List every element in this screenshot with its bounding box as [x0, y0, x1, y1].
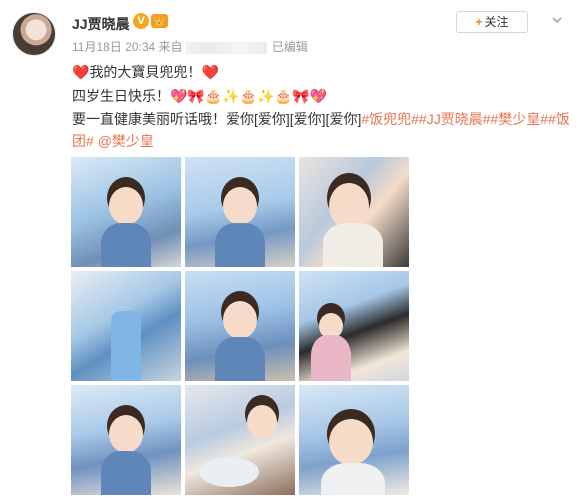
mention-link[interactable]: @樊少皇: [98, 133, 154, 149]
photo-9[interactable]: [299, 385, 409, 495]
post-text-line-4: 团# @樊少皇: [72, 130, 572, 152]
photo-7[interactable]: [71, 385, 181, 495]
photo-subject-dress: [311, 335, 351, 381]
author-name[interactable]: JJ贾晓晨: [72, 14, 130, 34]
follow-label: 关注: [484, 15, 509, 29]
heart-icon: ❤️: [72, 64, 90, 80]
photo-subject-dress: [101, 223, 151, 267]
photo-subject-dress: [215, 223, 265, 267]
plus-icon: +: [475, 15, 483, 29]
weibo-post-card: JJ贾晓晨 V 👑 11月18日 20:34 来自 已编辑 + 关注 ❤️我的大寶…: [0, 0, 584, 501]
photo-subject: [223, 301, 257, 339]
photo-subject: [109, 415, 143, 453]
member-crown-icon: 👑: [151, 14, 168, 28]
photo-subject: [109, 187, 143, 225]
chevron-down-icon[interactable]: [551, 14, 563, 26]
photo-subject-dress: [101, 451, 151, 495]
photo-subject-dress: [199, 457, 259, 487]
photo-subject-dress: [321, 463, 385, 495]
follow-button[interactable]: + 关注: [456, 11, 528, 33]
photo-8[interactable]: [185, 385, 295, 495]
heart-icon: ❤️: [201, 64, 219, 80]
topic-link[interactable]: 团#: [72, 133, 94, 149]
photo-subject-dress: [111, 311, 141, 381]
photo-5[interactable]: [185, 271, 295, 381]
avatar[interactable]: [12, 12, 56, 56]
photo-subject-dress: [323, 223, 383, 267]
photo-subject: [223, 187, 257, 225]
post-text-line-2: 四岁生日快乐！💖🎀🎂✨🎂✨🎂🎀💖: [72, 85, 572, 107]
post-meta: 11月18日 20:34 来自 已编辑: [72, 38, 308, 55]
photo-subject: [329, 419, 373, 465]
photo-2[interactable]: [185, 157, 295, 267]
photo-subject-dress: [215, 337, 265, 381]
post-text-line-1: ❤️我的大寶貝兜兜！❤️: [72, 61, 572, 83]
post-date[interactable]: 11月18日 20:34: [72, 40, 155, 54]
emoji-row: 💖🎀🎂✨🎂✨🎂🎀💖: [170, 88, 327, 104]
photo-6[interactable]: [299, 271, 409, 381]
post-text: 我的大寶貝兜兜！: [89, 64, 202, 80]
source-prefix: 来自: [158, 40, 183, 54]
photo-4[interactable]: [71, 271, 181, 381]
photo-subject: [247, 405, 277, 439]
post-text: 要一直健康美丽听话哦！爱你[爱你][爱你][爱你]: [72, 111, 362, 127]
post-text-line-3: 要一直健康美丽听话哦！爱你[爱你][爱你][爱你]#饭兜兜##JJ贾晓晨##樊少…: [72, 108, 572, 130]
post-text: 四岁生日快乐！: [72, 88, 170, 104]
blurred-source: [184, 41, 267, 54]
verified-icon: V: [133, 13, 149, 29]
edited-label: 已编辑: [271, 40, 308, 54]
photo-3[interactable]: [299, 157, 409, 267]
photo-1[interactable]: [71, 157, 181, 267]
topic-links[interactable]: #饭兜兜##JJ贾晓晨##樊少皇##饭: [361, 111, 570, 127]
